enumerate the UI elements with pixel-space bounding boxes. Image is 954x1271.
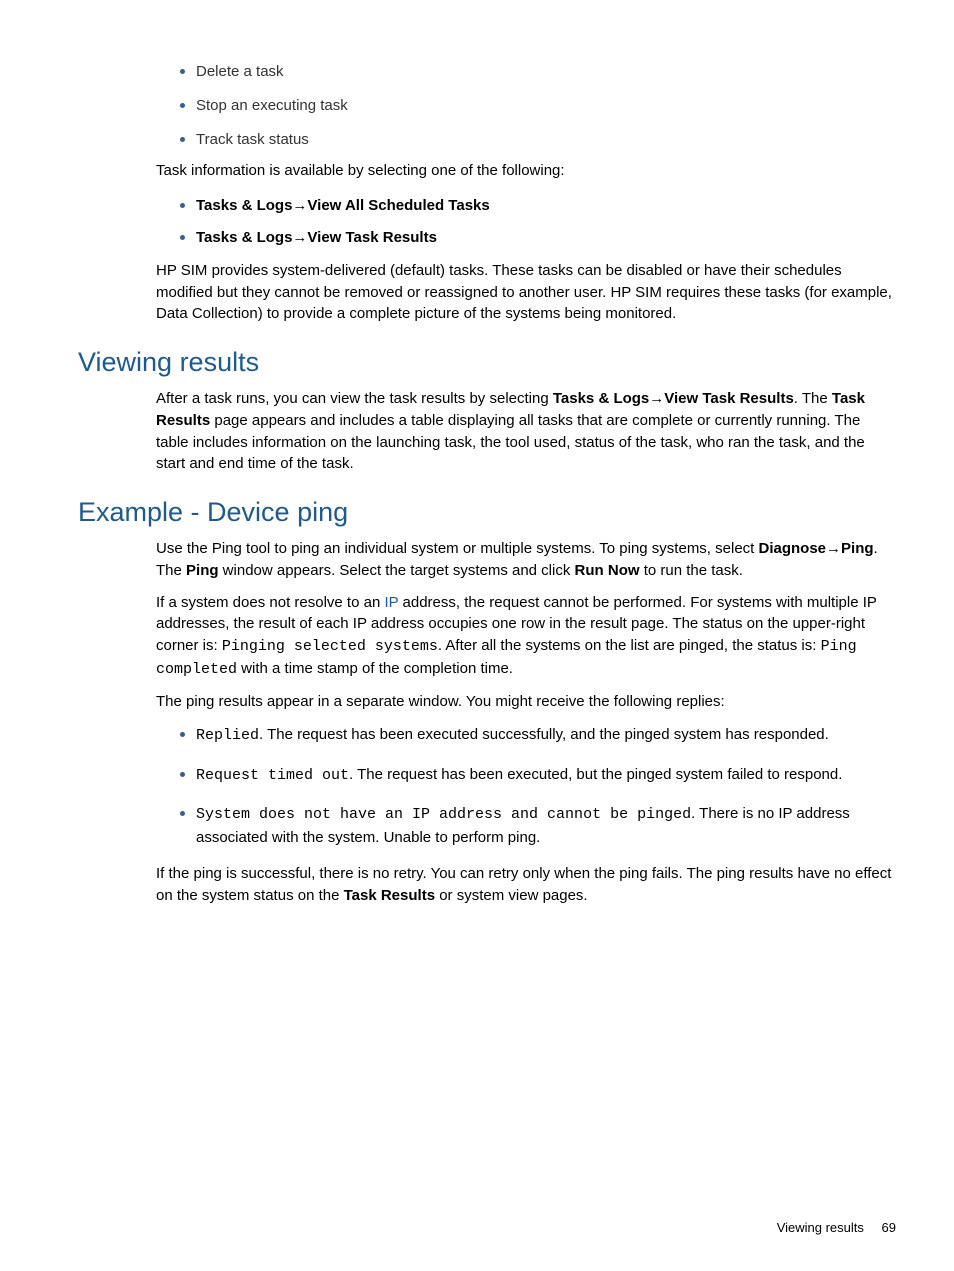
text: . The request has been executed, but the… (349, 766, 842, 783)
mono-text: Request timed out (196, 767, 349, 784)
list-item: Tasks & Logs→View Task Results (196, 224, 896, 250)
path-prefix: Tasks & Logs (553, 390, 649, 407)
viewing-results-paragraph: After a task runs, you can view the task… (156, 388, 896, 475)
text: Use the Ping tool to ping an individual … (156, 540, 759, 557)
footer-section-title: Viewing results (777, 1220, 864, 1235)
path-prefix: Tasks & Logs (196, 197, 292, 214)
text: . After all the systems on the list are … (438, 637, 821, 654)
path-prefix: Tasks & Logs (196, 229, 292, 246)
task-actions-list: Delete a task Stop an executing task Tra… (156, 58, 896, 152)
ip-link[interactable]: IP (384, 594, 398, 611)
path-suffix: View Task Results (307, 229, 437, 246)
ping-replies-list: Replied. The request has been executed s… (156, 722, 896, 849)
mono-text: Pinging selected systems (222, 638, 438, 655)
page-footer: Viewing results 69 (777, 1220, 896, 1235)
path-suffix: Ping (841, 540, 874, 557)
task-info-paths-list: Tasks & Logs→View All Scheduled Tasks Ta… (156, 192, 896, 250)
bold-text: Run Now (575, 562, 640, 579)
example-paragraph-1: Use the Ping tool to ping an individual … (156, 538, 896, 582)
mono-text: System does not have an IP address and c… (196, 806, 691, 823)
arrow-icon: → (292, 229, 307, 246)
list-item: Tasks & Logs→View All Scheduled Tasks (196, 192, 896, 218)
page-number: 69 (882, 1220, 896, 1235)
example-paragraph-3: The ping results appear in a separate wi… (156, 691, 896, 713)
content-block: Delete a task Stop an executing task Tra… (156, 58, 896, 907)
list-item: Stop an executing task (196, 92, 896, 118)
text: . The request has been executed successf… (259, 726, 829, 743)
list-item: Delete a task (196, 58, 896, 84)
text: page appears and includes a table displa… (156, 412, 865, 473)
text: or system view pages. (435, 887, 588, 904)
bold-text: Ping (186, 562, 219, 579)
arrow-icon: → (826, 540, 841, 557)
arrow-icon: → (292, 197, 307, 214)
text: to run the task. (640, 562, 743, 579)
list-item: Track task status (196, 126, 896, 152)
path-prefix: Diagnose (759, 540, 827, 557)
path-suffix: View All Scheduled Tasks (307, 197, 489, 214)
path-suffix: View Task Results (664, 390, 794, 407)
list-item: Replied. The request has been executed s… (196, 722, 896, 747)
text: If a system does not resolve to an (156, 594, 384, 611)
text: with a time stamp of the completion time… (237, 660, 513, 677)
system-delivered-paragraph: HP SIM provides system-delivered (defaul… (156, 260, 896, 325)
bold-text: Task Results (344, 887, 435, 904)
final-paragraph: If the ping is successful, there is no r… (156, 863, 896, 907)
text: window appears. Select the target system… (219, 562, 575, 579)
list-item: Request timed out. The request has been … (196, 762, 896, 787)
text: After a task runs, you can view the task… (156, 390, 553, 407)
page-container: Delete a task Stop an executing task Tra… (0, 0, 954, 1271)
arrow-icon: → (649, 390, 664, 407)
text: . The (794, 390, 832, 407)
heading-example-device-ping: Example - Device ping (78, 497, 896, 528)
example-paragraph-2: If a system does not resolve to an IP ad… (156, 592, 896, 681)
heading-viewing-results: Viewing results (78, 347, 896, 378)
task-info-intro: Task information is available by selecti… (156, 160, 896, 182)
list-item: System does not have an IP address and c… (196, 801, 896, 850)
mono-text: Replied (196, 727, 259, 744)
